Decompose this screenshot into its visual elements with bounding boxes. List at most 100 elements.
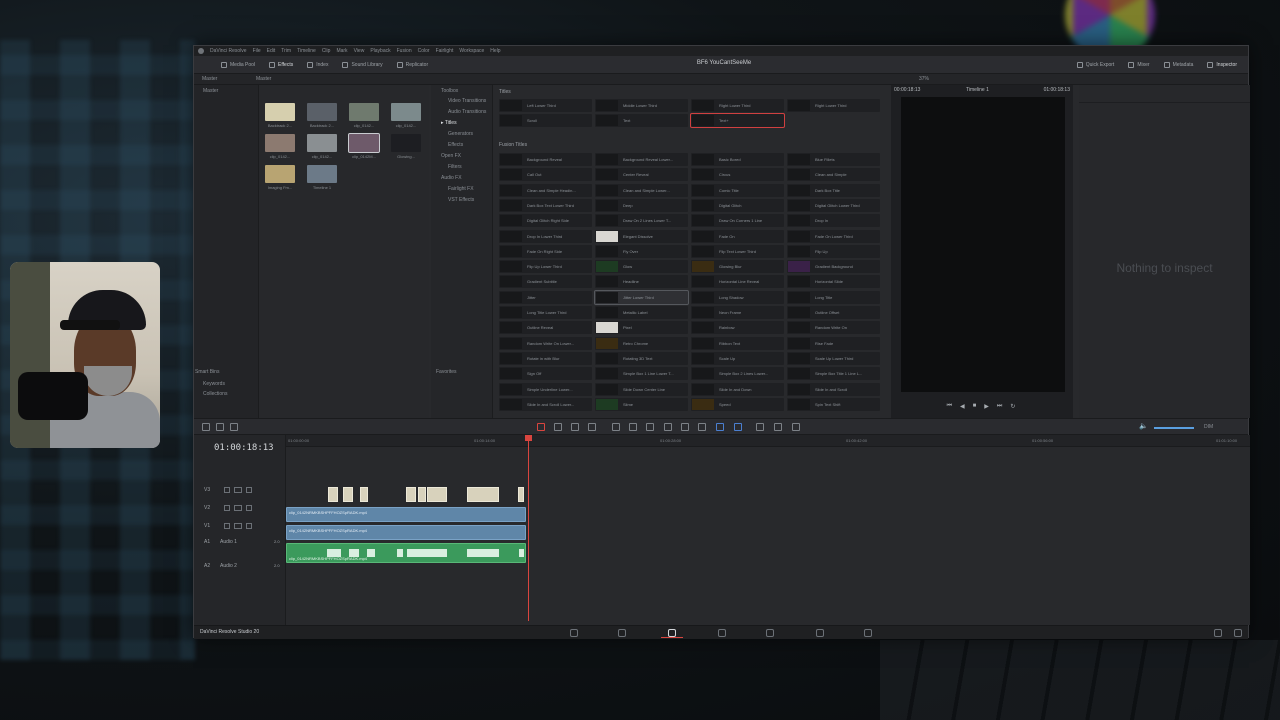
menu-item[interactable]: DaVinci Resolve	[210, 48, 247, 54]
fusion-title-tile[interactable]: Rotate in with Blur	[499, 351, 592, 365]
fusion-title-tile[interactable]: Flip Up	[787, 244, 880, 258]
fusion-title-tile[interactable]: Fade On	[691, 229, 784, 243]
fusion-title-tile[interactable]: Dark Box Text Lower Third	[499, 198, 592, 212]
fx-open-fx[interactable]: Open FX	[441, 153, 461, 159]
title-tile[interactable]: Text	[595, 114, 688, 127]
sound-library-button[interactable]: Sound Library	[335, 56, 389, 74]
fusion-title-tile[interactable]: Rise Fade	[787, 336, 880, 350]
fusion-title-tile[interactable]: Random Write On Lower...	[499, 336, 592, 350]
clip-thumbnail[interactable]	[348, 133, 380, 153]
fusion-title-tile[interactable]: Blue Fillets	[787, 153, 880, 166]
menu-item[interactable]: File	[253, 48, 261, 54]
fx-audio-transitions[interactable]: Audio Transitions	[448, 109, 486, 115]
fx-favorites[interactable]: Favorites	[436, 369, 457, 375]
clip-thumbnail[interactable]	[265, 165, 295, 183]
fusion-title-tile[interactable]: Clean and Simple Lower...	[595, 183, 688, 197]
fusion-title-tile[interactable]: Basic Bored	[691, 153, 784, 166]
overwrite-clip-icon[interactable]	[629, 423, 637, 431]
menu-item[interactable]: Fusion	[397, 48, 412, 54]
title-clip[interactable]	[406, 487, 416, 502]
skip-start-icon[interactable]: ⏮	[947, 403, 952, 413]
color-page-icon[interactable]	[766, 629, 774, 637]
menu-item[interactable]: Clip	[322, 48, 331, 54]
fusion-title-tile[interactable]: Clean and Simple Headin...	[499, 183, 592, 197]
fusion-title-tile[interactable]: Rotating 3D Text	[595, 351, 688, 365]
fusion-title-tile[interactable]: Background Reveal Lower...	[595, 153, 688, 166]
fusion-title-tile[interactable]: Comic Title	[691, 183, 784, 197]
fusion-title-tile[interactable]: Random Write On	[787, 321, 880, 335]
fusion-title-tile[interactable]: Spin Text Shift	[787, 397, 880, 411]
menu-item[interactable]: Mark	[336, 48, 347, 54]
fusion-title-tile[interactable]: Digital Glitch Lower Third	[787, 198, 880, 212]
lock-track-icon[interactable]	[224, 505, 230, 511]
fusion-title-tile[interactable]: Glow	[595, 260, 688, 274]
menu-item[interactable]: Fairlight	[436, 48, 454, 54]
track-a1-name[interactable]: Audio 1	[220, 539, 237, 545]
title-tile[interactable]: Left Lower Third	[499, 99, 592, 112]
quick-export-button[interactable]: Quick Export	[1070, 56, 1122, 74]
title-clip[interactable]	[518, 487, 524, 502]
playhead[interactable]	[525, 435, 532, 621]
media-pool-button[interactable]: Media Pool	[214, 56, 262, 74]
settings-gear-icon[interactable]	[1234, 629, 1242, 637]
fx-vst-effects[interactable]: VST Effects	[448, 197, 474, 203]
fusion-title-tile[interactable]: Retro Chrome	[595, 336, 688, 350]
fusion-title-tile[interactable]: Fade On Lower Third	[787, 229, 880, 243]
fusion-title-tile[interactable]: Long Title Lower Third	[499, 306, 592, 319]
title-clip[interactable]	[418, 487, 426, 502]
fusion-title-tile[interactable]: Horizontal Slide	[787, 275, 880, 289]
fusion-title-tile[interactable]: Slide In and Scroll Lower...	[499, 397, 592, 411]
menu-item[interactable]: Playback	[370, 48, 390, 54]
fusion-title-tile[interactable]: Drop In	[787, 214, 880, 228]
zoom-full-icon[interactable]	[756, 423, 764, 431]
timeline-tracks-area[interactable]: 01:00:00:00 01:00:14:00 01:00:28:00 01:0…	[286, 435, 1250, 625]
selection-tool-icon[interactable]	[537, 423, 545, 431]
fx-titles[interactable]: ▸ Titles	[441, 120, 457, 126]
clip-thumbnail[interactable]	[307, 103, 337, 121]
fusion-title-tile[interactable]: Digital Glitch	[691, 198, 784, 212]
fusion-title-tile[interactable]: Outline Offset	[787, 306, 880, 319]
timeline-thumbnail[interactable]	[307, 165, 337, 183]
track-enable-icon[interactable]	[246, 523, 252, 529]
title-clip[interactable]	[328, 487, 338, 502]
fusion-title-tile[interactable]: Speed	[691, 397, 784, 411]
title-tile[interactable]: Right Lower Third	[787, 99, 880, 112]
fusion-title-tile[interactable]: Center Reveal	[595, 168, 688, 182]
speaker-icon[interactable]: 🔈	[1139, 422, 1148, 430]
mixer-button[interactable]: Mixer	[1121, 56, 1156, 74]
track-a2-name[interactable]: Audio 2	[220, 563, 237, 569]
fusion-title-tile[interactable]: Sign Off	[499, 367, 592, 381]
video-clip-v2[interactable]: clip_0142NRMKBSHPFFHOZSpRADK.mp4	[286, 507, 526, 522]
fusion-title-tile[interactable]: Fly Over	[595, 244, 688, 258]
fusion-title-tile[interactable]: Slime	[595, 397, 688, 411]
home-icon[interactable]	[1214, 629, 1222, 637]
menu-item[interactable]: Edit	[267, 48, 276, 54]
edit-page-icon[interactable]	[668, 629, 676, 637]
zoom-custom-icon[interactable]	[792, 423, 800, 431]
fusion-title-tile[interactable]: Gradient Background	[787, 260, 880, 274]
clip-thumbnail[interactable]	[265, 134, 295, 152]
media-page-icon[interactable]	[570, 629, 578, 637]
zoom-level[interactable]: 37%	[919, 76, 929, 82]
skip-end-icon[interactable]: ⏭	[997, 403, 1002, 413]
timeline-ruler[interactable]: 01:00:00:00 01:00:14:00 01:00:28:00 01:0…	[286, 435, 1250, 447]
fusion-title-tile[interactable]: Elegant Dissolve	[595, 229, 688, 243]
fusion-title-tile[interactable]: Rainbow	[691, 321, 784, 335]
fusion-title-tile[interactable]: Clean and Simple	[787, 168, 880, 182]
fusion-title-tile[interactable]: Pixel	[595, 321, 688, 335]
title-tile[interactable]: Text+	[690, 113, 785, 128]
clip-thumbnail[interactable]	[307, 134, 337, 152]
edit-index-button[interactable]: Index	[300, 56, 335, 74]
fusion-title-tile[interactable]: Scale Up Lower Third	[787, 351, 880, 365]
layout-icon[interactable]	[202, 423, 210, 431]
fx-effects[interactable]: Effects	[448, 142, 463, 148]
fusion-title-tile[interactable]: Flip Up Lower Third	[499, 260, 592, 274]
video-clip-v1[interactable]: clip_0142NRMKBSHPFFHOZSpRADK.mp4	[286, 525, 526, 540]
play-icon[interactable]: ▶	[984, 403, 989, 413]
fx-audio-fx[interactable]: Audio FX	[441, 175, 462, 181]
fusion-title-tile[interactable]: Glowing Blur	[691, 260, 784, 274]
replicator-button[interactable]: Replicator	[390, 56, 436, 74]
deliver-page-icon[interactable]	[864, 629, 872, 637]
fx-video-transitions[interactable]: Video Transitions	[448, 98, 486, 104]
fusion-title-tile[interactable]: Horizontal Line Reveal	[691, 275, 784, 289]
